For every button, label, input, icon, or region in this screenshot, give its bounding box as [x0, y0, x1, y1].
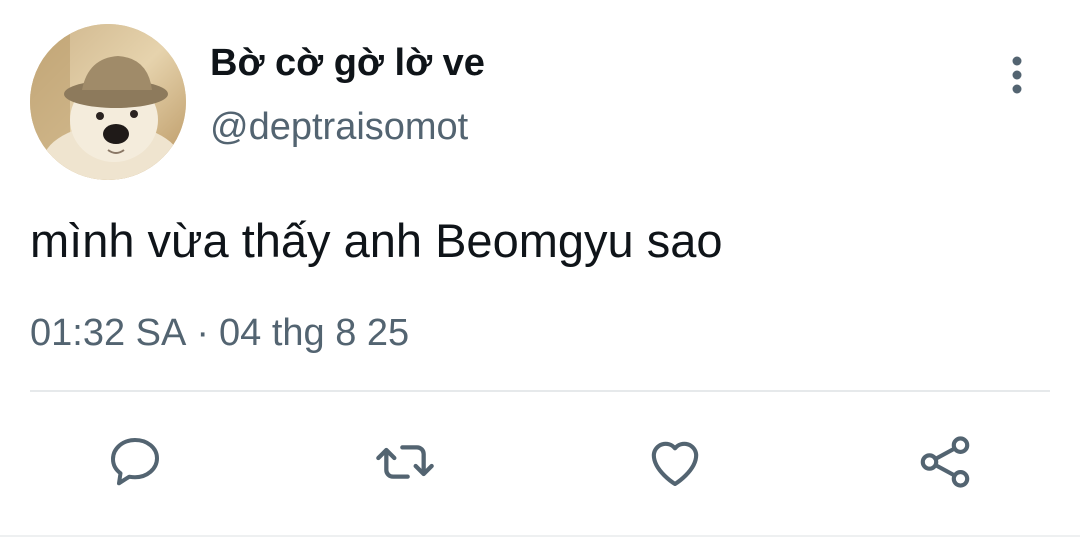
tweet-card: Bờ cờ gờ lờ ve @deptraisomot mình vừa th… [0, 0, 1080, 555]
reply-bubble-icon [111, 438, 159, 486]
tweet-timestamp[interactable]: 01:32 SA · 04 thg 8 25 [30, 310, 409, 356]
like-button[interactable] [643, 430, 707, 494]
more-vertical-icon [1012, 56, 1022, 94]
meta-separator: · [196, 312, 209, 354]
divider [30, 390, 1050, 392]
retweet-icon [376, 445, 434, 479]
share-button[interactable] [913, 430, 977, 494]
tweet-text: mình vừa thấy anh Beomgyu sao [30, 214, 723, 267]
avatar-dog-image [30, 24, 186, 180]
author-handle[interactable]: @deptraisomot [210, 104, 468, 150]
retweet-button[interactable] [373, 430, 437, 494]
heart-icon [651, 441, 699, 487]
avatar[interactable] [30, 24, 186, 180]
tweet-time: 01:32 SA [30, 312, 187, 354]
bottom-divider [0, 535, 1080, 537]
more-options-button[interactable] [996, 50, 1038, 100]
tweet-date: 04 thg 8 25 [219, 312, 410, 354]
reply-button[interactable] [103, 430, 167, 494]
share-icon [920, 436, 970, 488]
author-display-name[interactable]: Bờ cờ gờ lờ ve [210, 40, 485, 86]
